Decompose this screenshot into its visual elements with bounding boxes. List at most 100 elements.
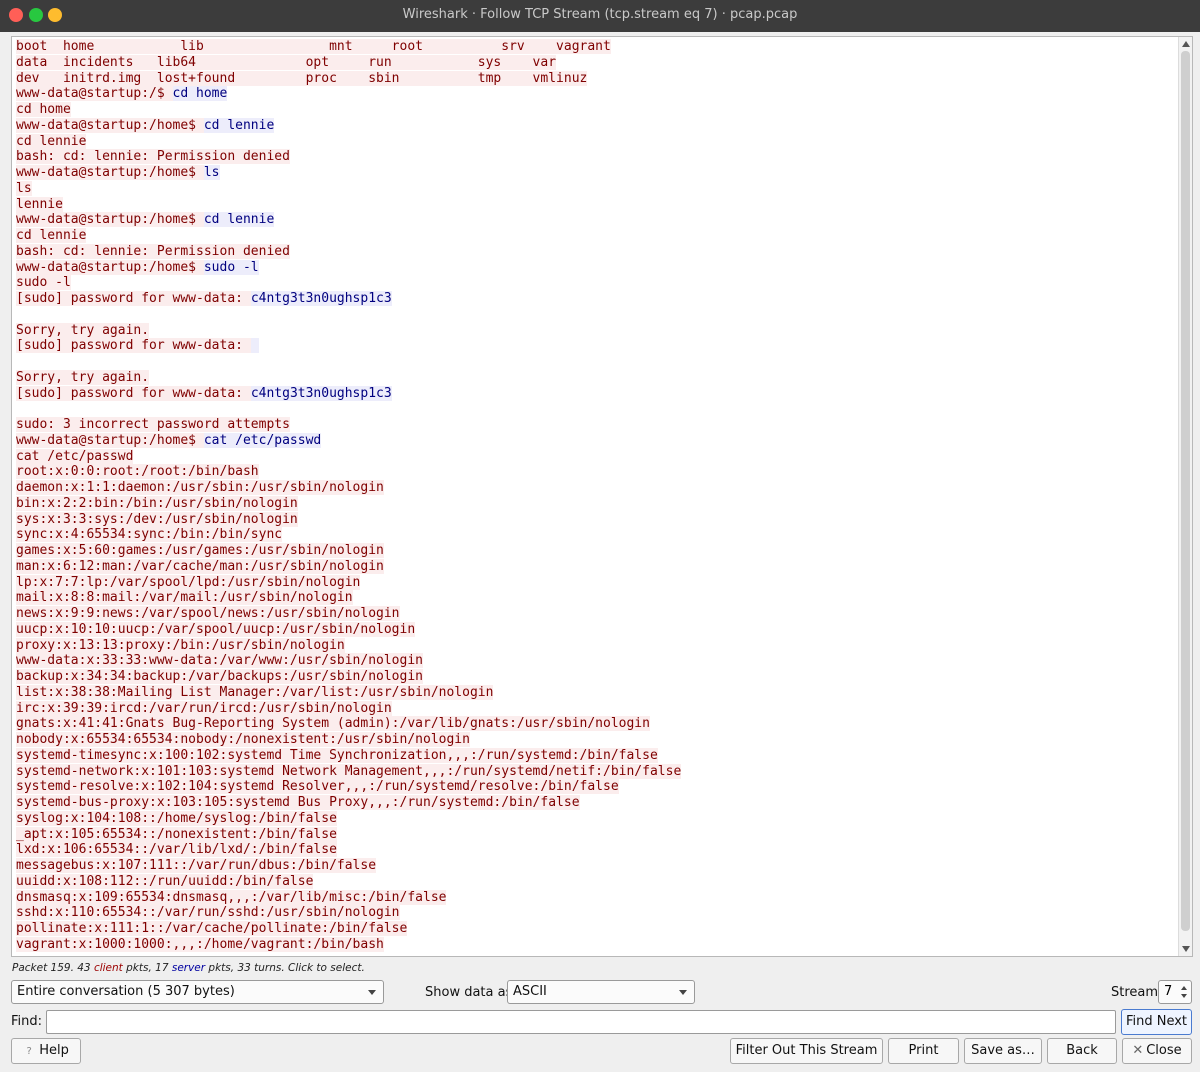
vertical-scrollbar[interactable] (1178, 37, 1192, 956)
stream-line[interactable]: cd home (16, 102, 1176, 118)
server-text: ls (203, 165, 220, 180)
stream-line[interactable]: bin:x:2:2:bin:/bin:/usr/sbin/nologin (16, 495, 1176, 512)
stream-line[interactable]: bash: cd: lennie: Permission denied (16, 243, 1176, 260)
stream-line[interactable]: www-data@startup:/$ cd home (16, 86, 1176, 102)
stream-line[interactable]: news:x:9:9:news:/var/spool/news:/usr/sbi… (16, 606, 1176, 622)
status-prefix: Packet 159. 43 (12, 962, 94, 974)
stream-line[interactable]: mail:x:8:8:mail:/var/mail:/usr/sbin/nolo… (16, 590, 1176, 606)
server-text (250, 338, 259, 354)
show-data-label: Show data as (425, 985, 513, 1000)
stream-line[interactable]: syslog:x:104:108::/home/syslog:/bin/fals… (16, 810, 1176, 827)
stream-line[interactable]: lennie (16, 196, 1176, 213)
find-input[interactable] (46, 1010, 1116, 1034)
stream-line[interactable]: www-data@startup:/home$ cd lennie (16, 212, 1176, 228)
stream-line[interactable]: man:x:6:12:man:/var/cache/man:/usr/sbin/… (16, 558, 1176, 575)
stream-line[interactable]: lp:x:7:7:lp:/var/spool/lpd:/usr/sbin/nol… (16, 574, 1176, 591)
stream-line[interactable]: daemon:x:1:1:daemon:/usr/sbin:/usr/sbin/… (16, 480, 1176, 496)
stream-line[interactable]: dev initrd.img lost+found proc sbin tmp … (16, 70, 1176, 87)
show-data-select[interactable]: ASCII (507, 980, 695, 1004)
stream-line[interactable]: Sorry, try again. (16, 322, 1176, 339)
filter-out-stream-button[interactable]: Filter Out This Stream (730, 1038, 883, 1064)
close-button[interactable]: ✕ Close (1122, 1038, 1192, 1064)
client-text: www-data@startup:/home$ (16, 165, 204, 180)
stream-line[interactable]: sys:x:3:3:sys:/dev:/usr/sbin/nologin (16, 511, 1176, 528)
stream-line[interactable]: Sorry, try again. (16, 369, 1176, 386)
find-next-label: Find Next (1125, 1014, 1188, 1029)
help-button[interactable]: ? Help (11, 1038, 81, 1064)
stream-line[interactable]: cd lennie (16, 133, 1176, 150)
client-text: cat /etc/passwd (16, 448, 134, 464)
stream-line[interactable]: www-data@startup:/home$ cd lennie (16, 117, 1176, 134)
spin-up-icon[interactable] (1181, 986, 1187, 990)
stream-line[interactable]: bash: cd: lennie: Permission denied (16, 149, 1176, 165)
stream-line[interactable]: messagebus:x:107:111::/var/run/dbus:/bin… (16, 858, 1176, 874)
stream-line[interactable]: www-data:x:33:33:www-data:/var/www:/usr/… (16, 653, 1176, 669)
client-text: _apt:x:105:65534::/nonexistent:/bin/fals… (16, 826, 337, 842)
stream-line[interactable]: systemd-bus-proxy:x:103:105:systemd Bus … (16, 795, 1176, 811)
client-text: daemon:x:1:1:daemon:/usr/sbin:/usr/sbin/… (16, 480, 384, 495)
stream-line[interactable]: sudo: 3 incorrect password attempts (16, 417, 1176, 433)
client-text: syslog:x:104:108::/home/syslog:/bin/fals… (16, 810, 337, 826)
conversation-select[interactable]: Entire conversation (5 307 bytes) (11, 980, 384, 1004)
stream-line[interactable]: uucp:x:10:10:uucp:/var/spool/uucp:/usr/s… (16, 621, 1176, 638)
stream-line[interactable]: [sudo] password for www-data: c4ntg3t3n0… (16, 385, 1176, 402)
stream-line[interactable]: games:x:5:60:games:/usr/games:/usr/sbin/… (16, 543, 1176, 559)
stream-line[interactable]: proxy:x:13:13:proxy:/bin:/usr/sbin/nolog… (16, 637, 1176, 654)
client-text: irc:x:39:39:ircd:/var/run/ircd:/usr/sbin… (16, 700, 392, 716)
stream-line[interactable]: gnats:x:41:41:Gnats Bug-Reporting System… (16, 716, 1176, 732)
stream-line[interactable]: [sudo] password for www-data: (16, 338, 1176, 354)
stream-line[interactable]: sync:x:4:65534:sync:/bin:/bin/sync (16, 527, 1176, 543)
scroll-down-icon[interactable] (1182, 946, 1190, 952)
stream-line[interactable]: backup:x:34:34:backup:/var/backups:/usr/… (16, 669, 1176, 685)
stream-line[interactable]: dnsmasq:x:109:65534:dnsmasq,,,:/var/lib/… (16, 889, 1176, 906)
stream-line[interactable]: sshd:x:110:65534::/var/run/sshd:/usr/sbi… (16, 905, 1176, 921)
stream-line[interactable]: www-data@startup:/home$ cat /etc/passwd (16, 432, 1176, 449)
stream-content[interactable]: boot home lib mnt root srv vagrant data i… (16, 39, 1176, 953)
client-text: sudo -l (16, 275, 71, 291)
stream-line[interactable]: systemd-network:x:101:103:systemd Networ… (16, 763, 1176, 780)
stream-line[interactable]: cd lennie (16, 228, 1176, 244)
client-text: www-data@startup:/home$ (16, 432, 204, 448)
client-text: [sudo] password for www-data: (16, 338, 251, 354)
stream-line[interactable]: boot home lib mnt root srv vagrant (16, 39, 1176, 55)
stream-line[interactable]: uuidd:x:108:112::/run/uuidd:/bin/false (16, 873, 1176, 890)
help-icon: ? (26, 1046, 32, 1057)
stream-line[interactable]: list:x:38:38:Mailing List Manager:/var/l… (16, 684, 1176, 701)
stream-line[interactable]: lxd:x:106:65534::/var/lib/lxd/:/bin/fals… (16, 842, 1176, 858)
client-text: root:x:0:0:root:/root:/bin/bash (16, 464, 259, 480)
stream-text-area[interactable]: boot home lib mnt root srv vagrant data i… (11, 36, 1193, 957)
client-text: lxd:x:106:65534::/var/lib/lxd/:/bin/fals… (16, 842, 337, 858)
save-as-button[interactable]: Save as… (964, 1038, 1042, 1064)
stream-line[interactable]: www-data@startup:/home$ sudo -l (16, 259, 1176, 276)
scroll-thumb[interactable] (1181, 51, 1190, 931)
stream-line[interactable]: irc:x:39:39:ircd:/var/run/ircd:/usr/sbin… (16, 700, 1176, 717)
server-text: cd lennie (203, 212, 275, 228)
title-bar[interactable]: Wireshark · Follow TCP Stream (tcp.strea… (0, 0, 1200, 32)
print-button[interactable]: Print (888, 1038, 959, 1064)
back-button[interactable]: Back (1047, 1038, 1117, 1064)
stream-number-spinbox[interactable]: 7 (1158, 980, 1192, 1004)
stream-line[interactable] (16, 307, 1176, 323)
scroll-up-icon[interactable] (1182, 41, 1190, 47)
stream-line[interactable]: cat /etc/passwd (16, 448, 1176, 465)
stream-line[interactable]: [sudo] password for www-data: c4ntg3t3n0… (16, 291, 1176, 307)
client-text: sys:x:3:3:sys:/dev:/usr/sbin/nologin (16, 511, 298, 527)
client-text: bash: cd: lennie: Permission denied (16, 149, 290, 165)
server-text: sudo -l (203, 259, 259, 275)
stream-line[interactable]: root:x:0:0:root:/root:/bin/bash (16, 464, 1176, 480)
print-label: Print (908, 1043, 939, 1058)
spin-down-icon[interactable] (1181, 994, 1187, 998)
stream-line[interactable]: systemd-resolve:x:102:104:systemd Resolv… (16, 779, 1176, 795)
stream-line[interactable]: vagrant:x:1000:1000:,,,:/home/vagrant:/b… (16, 936, 1176, 953)
stream-line[interactable]: data incidents lib64 opt run sys var (16, 54, 1176, 71)
stream-line[interactable]: _apt:x:105:65534::/nonexistent:/bin/fals… (16, 826, 1176, 843)
stream-line[interactable]: nobody:x:65534:65534:nobody:/nonexistent… (16, 732, 1176, 748)
stream-line[interactable]: pollinate:x:111:1::/var/cache/pollinate:… (16, 921, 1176, 937)
stream-line[interactable]: ls (16, 180, 1176, 197)
stream-line[interactable] (16, 401, 1176, 417)
stream-line[interactable]: sudo -l (16, 275, 1176, 291)
stream-line[interactable]: systemd-timesync:x:100:102:systemd Time … (16, 747, 1176, 764)
stream-line[interactable]: www-data@startup:/home$ ls (16, 165, 1176, 181)
stream-line[interactable] (16, 354, 1176, 370)
find-next-button[interactable]: Find Next (1121, 1009, 1192, 1035)
